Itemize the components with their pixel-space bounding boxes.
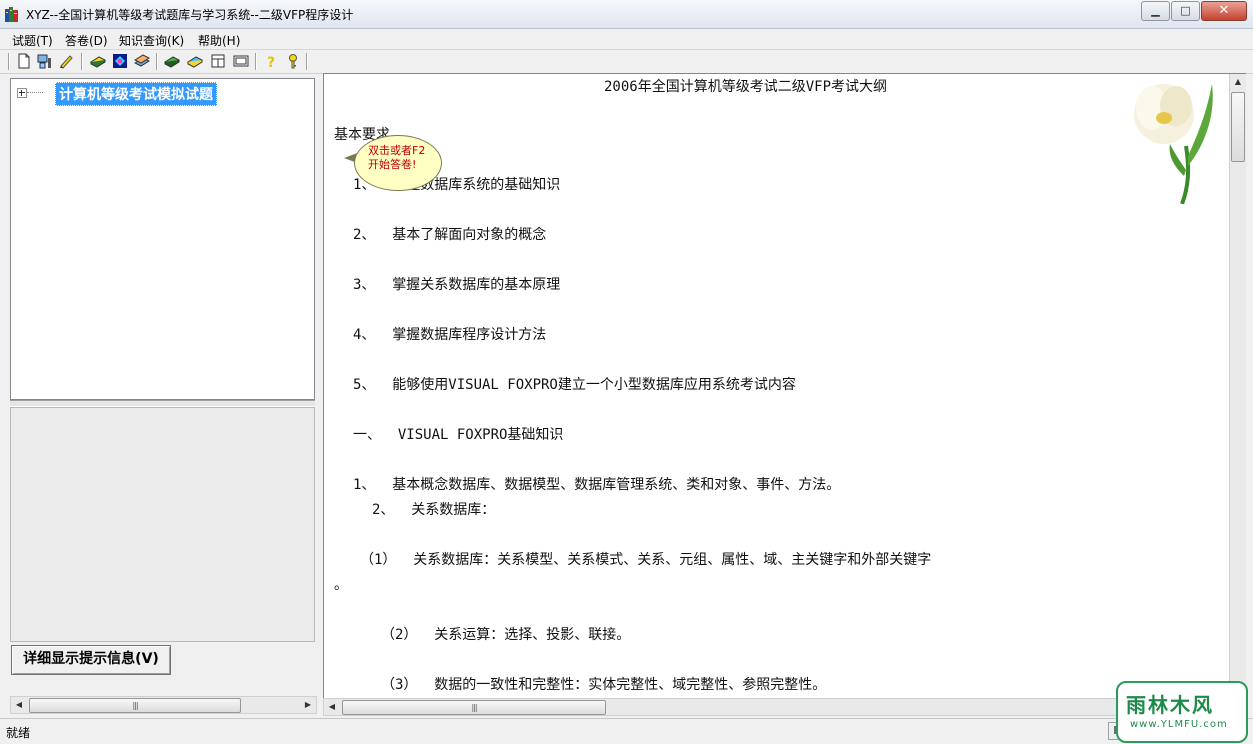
doc-line: 2、 基本了解面向对象的概念 xyxy=(353,227,547,243)
document-view[interactable]: 2006年全国计算机等级考试二级VFP考试大纲 基本要求 1、 掌握数据库系统的… xyxy=(323,73,1246,700)
scroll-left-arrow-icon[interactable]: ◀ xyxy=(324,699,340,715)
doc-line: （3） 数据的一致性和完整性：实体完整性、域完整性、参照完整性。 xyxy=(381,677,827,693)
menu-bar: 试题(T) 答卷(D) 知识查询(K) 帮助(H) xyxy=(0,29,1253,50)
watermark-sub: www.YLMFU.com xyxy=(1130,719,1228,730)
tree-connector xyxy=(27,92,43,93)
menu-help[interactable]: 帮助(H) xyxy=(198,32,240,49)
toolbar-separator xyxy=(156,53,158,70)
tools-icon[interactable] xyxy=(37,53,53,69)
close-button[interactable]: ✕ xyxy=(1201,1,1247,21)
scroll-right-arrow-icon[interactable]: ▶ xyxy=(300,697,316,713)
close-icon: ✕ xyxy=(1218,3,1230,18)
toolbar: ? xyxy=(0,50,1253,74)
question-tree[interactable]: 计算机等级考试模拟试题 xyxy=(10,78,315,400)
panel-splitter[interactable] xyxy=(10,400,315,407)
menu-answers[interactable]: 答卷(D) xyxy=(65,32,108,49)
doc-line: 4、 掌握数据库程序设计方法 xyxy=(353,327,547,343)
left-horizontal-scrollbar[interactable]: ◀ ||| ▶ xyxy=(10,696,317,714)
expand-icon[interactable] xyxy=(17,88,27,98)
maximize-icon: □ xyxy=(1180,4,1191,17)
window-title: XYZ--全国计算机等级考试题库与学习系统--二级VFP程序设计 xyxy=(26,8,354,22)
tulip-decoration-image xyxy=(1134,84,1213,204)
doc-line: 1、 基本概念数据库、数据模型、数据库管理系统、类和对象、事件、方法。 xyxy=(353,477,841,493)
window-icon[interactable] xyxy=(210,53,226,69)
doc-line: （1） 关系数据库：关系模型、关系模式、关系、元组、属性、域、主关键字和外部关键… xyxy=(360,552,932,568)
watermark-main: 雨林木风 xyxy=(1126,693,1214,717)
scroll-thumb[interactable]: ||| xyxy=(342,700,606,715)
document-vertical-scrollbar[interactable]: ▲ ▼ xyxy=(1229,74,1246,698)
scroll-thumb[interactable]: ||| xyxy=(29,698,241,713)
toolbar-separator xyxy=(8,53,10,70)
show-details-button[interactable]: 详细显示提示信息(V) xyxy=(11,645,171,675)
toolbar-separator xyxy=(306,53,308,70)
doc-line: 一、 VISUAL FOXPRO基础知识 xyxy=(353,427,564,443)
scroll-left-arrow-icon[interactable]: ◀ xyxy=(11,697,27,713)
blue-book-icon[interactable] xyxy=(112,53,128,69)
window-controls: ▁ □ ✕ xyxy=(1140,1,1247,21)
maximize-button[interactable]: □ xyxy=(1171,1,1200,21)
tooltip-line: 双击或者F2 xyxy=(368,144,426,157)
doc-line: 5、 能够使用VISUAL FOXPRO建立一个小型数据库应用系统考试内容 xyxy=(353,377,796,393)
app-books-icon xyxy=(5,7,18,22)
stacked-books-icon[interactable] xyxy=(134,53,150,69)
panel-icon[interactable] xyxy=(233,53,249,69)
title-bar: XYZ--全国计算机等级考试题库与学习系统--二级VFP程序设计 ▁ □ ✕ xyxy=(0,0,1253,29)
minimize-icon: ▁ xyxy=(1151,4,1160,17)
doc-line: 。 xyxy=(334,577,348,593)
doc-line: 2、 关系数据库： xyxy=(372,502,496,518)
menu-questions[interactable]: 试题(T) xyxy=(12,32,53,49)
status-bar: 就绪 I xyxy=(0,718,1253,744)
site-watermark-logo: 雨林木风 www.YLMFU.com xyxy=(1116,681,1248,743)
doc-line: （2） 关系运算：选择、投影、联接。 xyxy=(381,627,631,643)
minimize-button[interactable]: ▁ xyxy=(1141,1,1170,21)
menu-knowledge-query[interactable]: 知识查询(K) xyxy=(119,32,184,49)
highlight-pen-icon[interactable] xyxy=(58,53,74,69)
yellow-book-icon[interactable] xyxy=(90,53,106,69)
status-text: 就绪 xyxy=(6,726,31,740)
help-question-icon[interactable]: ? xyxy=(263,53,279,69)
svg-text:?: ? xyxy=(267,55,275,69)
tooltip-text: 双击或者F2 开始答卷! xyxy=(368,144,438,172)
key-icon[interactable] xyxy=(285,53,301,69)
document-horizontal-scrollbar[interactable]: ◀ ||| xyxy=(323,698,1246,716)
scroll-up-arrow-icon[interactable]: ▲ xyxy=(1230,74,1246,90)
doc-line: 3、 掌握关系数据库的基本原理 xyxy=(353,277,561,293)
new-document-icon[interactable] xyxy=(16,53,32,69)
tree-root-node[interactable]: 计算机等级考试模拟试题 xyxy=(55,82,217,106)
cyan-book-icon[interactable] xyxy=(187,53,203,69)
scroll-thumb[interactable] xyxy=(1231,92,1245,162)
hint-info-panel xyxy=(10,407,315,642)
toolbar-separator xyxy=(255,53,257,70)
green-book-icon[interactable] xyxy=(164,53,180,69)
document-title: 2006年全国计算机等级考试二级VFP考试大纲 xyxy=(604,79,887,95)
tooltip-line: 开始答卷! xyxy=(368,158,417,171)
toolbar-separator xyxy=(81,53,83,70)
